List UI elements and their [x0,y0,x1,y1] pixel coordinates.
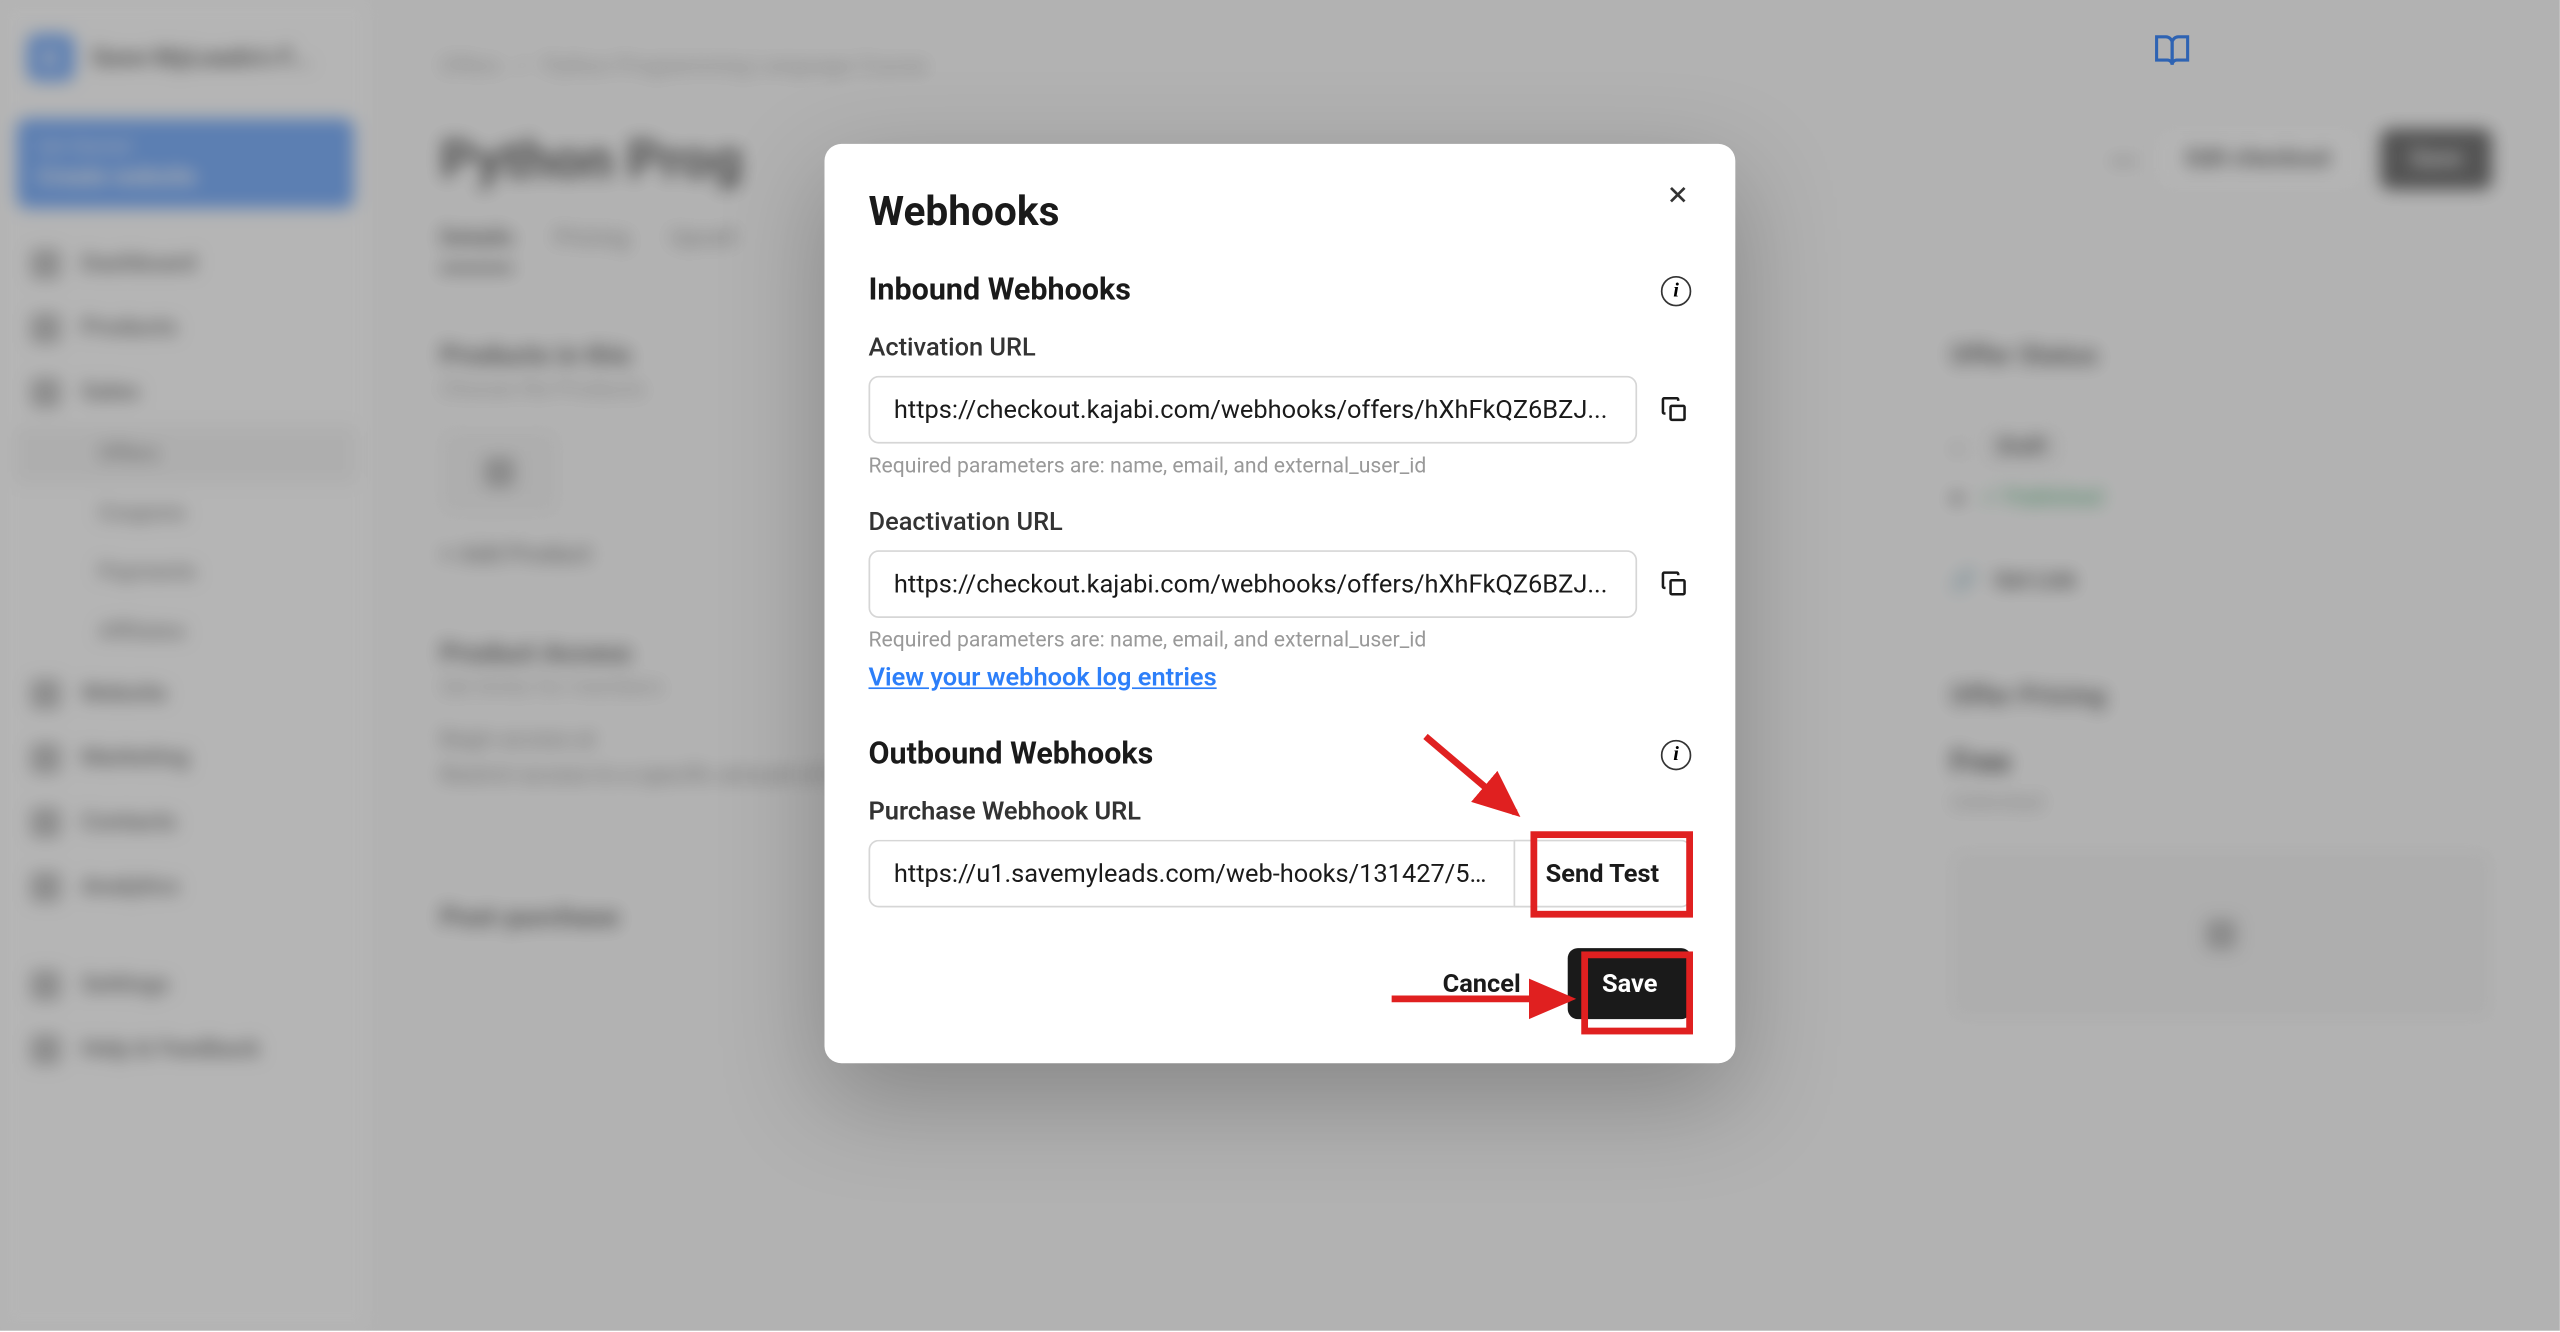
purchase-label: Purchase Webhook URL [869,796,1692,826]
close-icon [1664,181,1691,208]
activation-helper: Required parameters are: name, email, an… [869,454,1692,479]
copy-icon [1659,394,1689,424]
modal-save-button[interactable]: Save [1568,948,1691,1019]
copy-deactivation-button[interactable] [1657,567,1691,601]
activation-url-input[interactable]: https://checkout.kajabi.com/webhooks/off… [869,376,1638,444]
modal-title: Webhooks [869,188,1692,235]
activation-label: Activation URL [869,332,1692,362]
outbound-section-title: Outbound Webhooks [869,736,1154,772]
close-button[interactable] [1664,181,1698,215]
copy-icon [1659,569,1689,599]
deactivation-url-input[interactable]: https://checkout.kajabi.com/webhooks/off… [869,550,1638,618]
purchase-url-input[interactable]: https://u1.savemyleads.com/web-hooks/131… [869,840,1514,908]
deactivation-label: Deactivation URL [869,506,1692,536]
inbound-section-title: Inbound Webhooks [869,273,1131,309]
webhooks-modal: Webhooks Inbound Webhooks i Activation U… [824,144,1735,1063]
modal-overlay: Webhooks Inbound Webhooks i Activation U… [0,0,2560,1331]
deactivation-helper: Required parameters are: name, email, an… [869,628,1692,653]
copy-activation-button[interactable] [1657,393,1691,427]
info-icon[interactable]: i [1661,739,1691,769]
info-icon[interactable]: i [1661,275,1691,305]
cancel-button[interactable]: Cancel [1416,951,1548,1015]
send-test-button[interactable]: Send Test [1513,840,1691,908]
view-log-link[interactable]: View your webhook log entries [869,662,1217,692]
